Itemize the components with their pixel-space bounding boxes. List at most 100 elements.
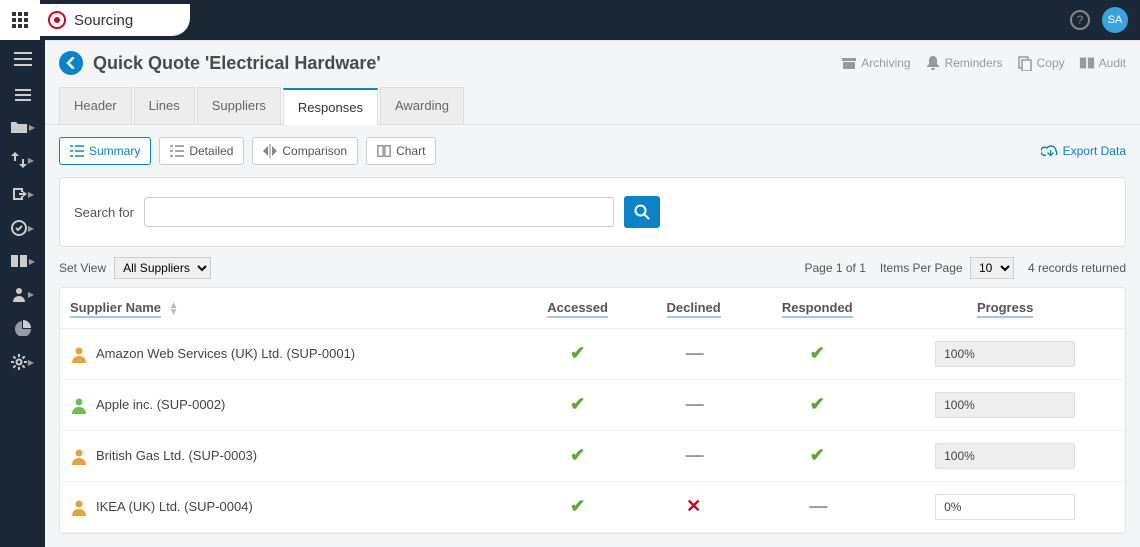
supplier-name: British Gas Ltd. (SUP-0003): [96, 448, 257, 463]
tabstrip: Header Lines Suppliers Responses Awardin…: [45, 87, 1140, 125]
progress-value: 100%: [935, 443, 1075, 469]
detailed-icon: [170, 144, 184, 158]
brand-chip[interactable]: Sourcing: [40, 4, 190, 36]
archiving-label: Archiving: [861, 56, 910, 70]
col-accessed[interactable]: Accessed: [517, 288, 638, 328]
tab-suppliers[interactable]: Suppliers: [197, 87, 281, 124]
search-button[interactable]: [624, 196, 660, 228]
sort-icon: ▲▼: [169, 302, 179, 316]
col-declined[interactable]: Declined: [638, 288, 749, 328]
view-detailed-label: Detailed: [189, 144, 233, 158]
rail-check-icon[interactable]: ▶: [0, 218, 45, 238]
export-label: Export Data: [1063, 144, 1126, 158]
hamburger-icon[interactable]: [14, 46, 32, 72]
cross-icon: ✕: [686, 496, 701, 516]
app-launcher-icon[interactable]: [0, 0, 40, 40]
rail-transfer-icon[interactable]: ▶: [0, 150, 45, 170]
titlebar: Quick Quote 'Electrical Hardware' Archiv…: [45, 41, 1140, 81]
check-icon: ✔: [570, 394, 585, 414]
progress-value: 100%: [935, 392, 1075, 418]
view-detailed-button[interactable]: Detailed: [159, 137, 244, 165]
bell-icon: [925, 55, 941, 71]
col-responded-label: Responded: [782, 300, 853, 318]
view-chart-button[interactable]: Chart: [366, 137, 436, 165]
title-actions: Archiving Reminders Copy Audit: [841, 55, 1126, 71]
archive-icon: [841, 55, 857, 71]
comparison-icon: [263, 144, 277, 158]
col-progress-label: Progress: [977, 300, 1033, 318]
supplier-name: Apple inc. (SUP-0002): [96, 397, 225, 412]
view-summary-label: Summary: [89, 144, 140, 158]
user-avatar[interactable]: SA: [1102, 7, 1128, 33]
archiving-action[interactable]: Archiving: [841, 55, 910, 71]
items-per-page-label: Items Per Page: [880, 261, 963, 275]
progress-value: 100%: [935, 341, 1075, 367]
col-accessed-label: Accessed: [547, 300, 608, 318]
search-panel: Search for: [59, 177, 1126, 247]
check-icon: ✔: [570, 445, 585, 465]
responses-table: Supplier Name ▲▼ Accessed Declined Respo…: [59, 287, 1126, 534]
copy-label: Copy: [1037, 56, 1065, 70]
topbar: Sourcing ? SA: [0, 0, 1140, 40]
check-icon: ✔: [570, 343, 585, 363]
col-supplier-label: Supplier Name: [70, 300, 161, 318]
records-returned: 4 records returned: [1028, 261, 1126, 275]
page-title: Quick Quote 'Electrical Hardware': [93, 53, 841, 74]
dash-icon: —: [686, 445, 702, 465]
table-row[interactable]: British Gas Ltd. (SUP-0003) ✔ — ✔ 100%: [60, 430, 1125, 481]
table-row[interactable]: Amazon Web Services (UK) Ltd. (SUP-0001)…: [60, 328, 1125, 379]
search-label: Search for: [74, 205, 134, 220]
export-data-link[interactable]: Export Data: [1041, 144, 1126, 158]
tab-responses[interactable]: Responses: [283, 88, 378, 125]
items-per-page-select[interactable]: 10: [970, 257, 1014, 279]
person-icon: [70, 447, 88, 465]
col-responded[interactable]: Responded: [749, 288, 885, 328]
table-row[interactable]: Apple inc. (SUP-0002)✔—✔100%: [60, 379, 1125, 430]
rail-gear-icon[interactable]: ▶: [0, 352, 45, 372]
view-summary-button[interactable]: Summary: [59, 137, 151, 165]
person-icon: [70, 396, 88, 414]
rail-person-icon[interactable]: ▶: [0, 284, 45, 304]
rail-list-icon[interactable]: [0, 86, 45, 104]
left-rail: ▶ ▶ ▶ ▶ ▶ ▶ ▶: [0, 40, 45, 547]
set-view-label: Set View: [59, 261, 106, 275]
supplier-name: Amazon Web Services (UK) Ltd. (SUP-0001): [96, 346, 355, 361]
view-toolbar: Summary Detailed Comparison Chart Export…: [45, 125, 1140, 165]
supplier-name: IKEA (UK) Ltd. (SUP-0004): [96, 499, 253, 514]
audit-action[interactable]: Audit: [1079, 55, 1126, 71]
rail-pie-icon[interactable]: [0, 318, 45, 338]
brand-text: Sourcing: [74, 12, 133, 29]
view-comparison-button[interactable]: Comparison: [252, 137, 358, 165]
help-icon[interactable]: ?: [1070, 10, 1090, 30]
set-view-select[interactable]: All Suppliers: [114, 257, 211, 279]
rail-export-icon[interactable]: ▶: [0, 184, 45, 204]
view-chart-label: Chart: [396, 144, 425, 158]
check-icon: ✔: [810, 343, 825, 363]
reminders-action[interactable]: Reminders: [925, 55, 1003, 71]
dash-icon: —: [809, 496, 825, 516]
copy-action[interactable]: Copy: [1017, 55, 1065, 71]
search-input[interactable]: [144, 197, 614, 227]
tab-header[interactable]: Header: [59, 87, 132, 124]
tab-lines[interactable]: Lines: [134, 87, 195, 124]
back-button[interactable]: [59, 51, 83, 75]
reminders-label: Reminders: [945, 56, 1003, 70]
dash-icon: —: [686, 394, 702, 414]
cloud-download-icon: [1041, 144, 1059, 158]
audit-label: Audit: [1099, 56, 1126, 70]
dash-icon: —: [686, 343, 702, 363]
col-progress[interactable]: Progress: [885, 288, 1125, 328]
filter-row: Set View All Suppliers Page 1 of 1 Items…: [45, 257, 1140, 287]
list-icon: [70, 144, 84, 158]
rail-book-icon[interactable]: ▶: [0, 252, 45, 270]
tab-awarding[interactable]: Awarding: [380, 87, 464, 124]
rail-folder-icon[interactable]: ▶: [0, 118, 45, 136]
copy-icon: [1017, 55, 1033, 71]
record-icon: [48, 11, 66, 29]
book-open-icon: [1079, 55, 1095, 71]
check-icon: ✔: [570, 496, 585, 516]
chart-icon: [377, 144, 391, 158]
table-row[interactable]: IKEA (UK) Ltd. (SUP-0004)✔✕—0%: [60, 481, 1125, 532]
check-icon: ✔: [810, 445, 825, 465]
col-supplier[interactable]: Supplier Name ▲▼: [60, 288, 517, 328]
